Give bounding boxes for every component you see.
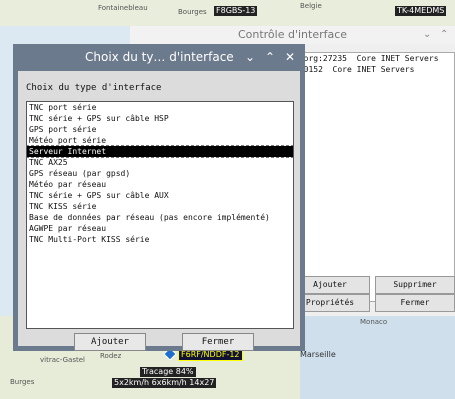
close-button[interactable]: Fermer [182,333,254,351]
chevron-up-icon[interactable]: ⌃ [440,26,448,44]
add-button[interactable]: Ajouter [74,333,146,351]
station-traffic: 5x2km/h 6x6km/h 14x27 [112,378,217,388]
map-label: Bourges [178,8,207,16]
interface-option[interactable]: TNC série + GPS sur câble AUX [27,190,293,201]
close-icon[interactable]: ✕ [285,44,295,71]
station-label[interactable]: TK-4MEDMS [395,6,447,16]
chevron-down-icon[interactable]: ⌄ [423,26,431,44]
dialog-titlebar[interactable]: Choix du ty… d'interface ⌄ ⌃ ✕ [13,44,305,71]
interface-type-list[interactable]: TNC port série TNC série + GPS sur câble… [26,101,294,329]
map-label: Marseille [300,350,336,359]
delete-interface-button[interactable]: Supprimer [375,276,455,294]
map-label: Rodez [100,352,122,360]
station-traffic: Tracage 84% [140,367,196,377]
interface-list[interactable]: s.org:27235 Core INET Servers :10152 Cor… [290,52,455,302]
close-control-button[interactable]: Fermer [375,294,455,312]
interface-option-selected[interactable]: Serveur Internet [27,145,293,158]
map-label: vitrac-Gastel [40,356,85,364]
interface-option[interactable]: TNC AX25 [27,157,293,168]
interface-option[interactable]: TNC KISS série [27,201,293,212]
interface-option[interactable]: TNC Multi-Port KISS série [27,234,293,245]
list-item[interactable]: :10152 Core INET Servers [291,64,454,75]
interface-type-label: Choix du type d'interface [26,83,162,93]
interface-option[interactable]: GPS port série [27,124,293,135]
chevron-down-icon[interactable]: ⌄ [245,44,255,71]
interface-option[interactable]: TNC série + GPS sur câble HSP [27,113,293,124]
map-label: Belgie [300,2,322,10]
dialog-body: Choix du type d'interface TNC port série… [18,71,300,351]
control-window-title: Contrôle d'interface [237,28,348,41]
interface-option[interactable]: GPS réseau (par gpsd) [27,168,293,179]
dialog-title: Choix du ty… d'interface [85,50,234,64]
map-label: Monaco [360,318,388,326]
map-label: Fontainebleau [98,4,148,12]
control-window-titlebar: Contrôle d'interface ⌄ ⌃ [130,26,455,44]
list-item[interactable]: s.org:27235 Core INET Servers [291,53,454,64]
station-label[interactable]: F8GBS-13 [214,6,258,16]
interface-option[interactable]: AGWPE par réseau [27,223,293,234]
interface-option[interactable]: Base de données par réseau (pas encore i… [27,212,293,223]
interface-option[interactable]: Météo par réseau [27,179,293,190]
map-label: Burges [10,378,35,386]
interface-option[interactable]: Météo port série [27,135,293,146]
interface-type-dialog: Choix du ty… d'interface ⌄ ⌃ ✕ Choix du … [13,44,305,351]
interface-option[interactable]: TNC port série [27,102,293,113]
chevron-up-icon[interactable]: ⌃ [265,44,275,71]
